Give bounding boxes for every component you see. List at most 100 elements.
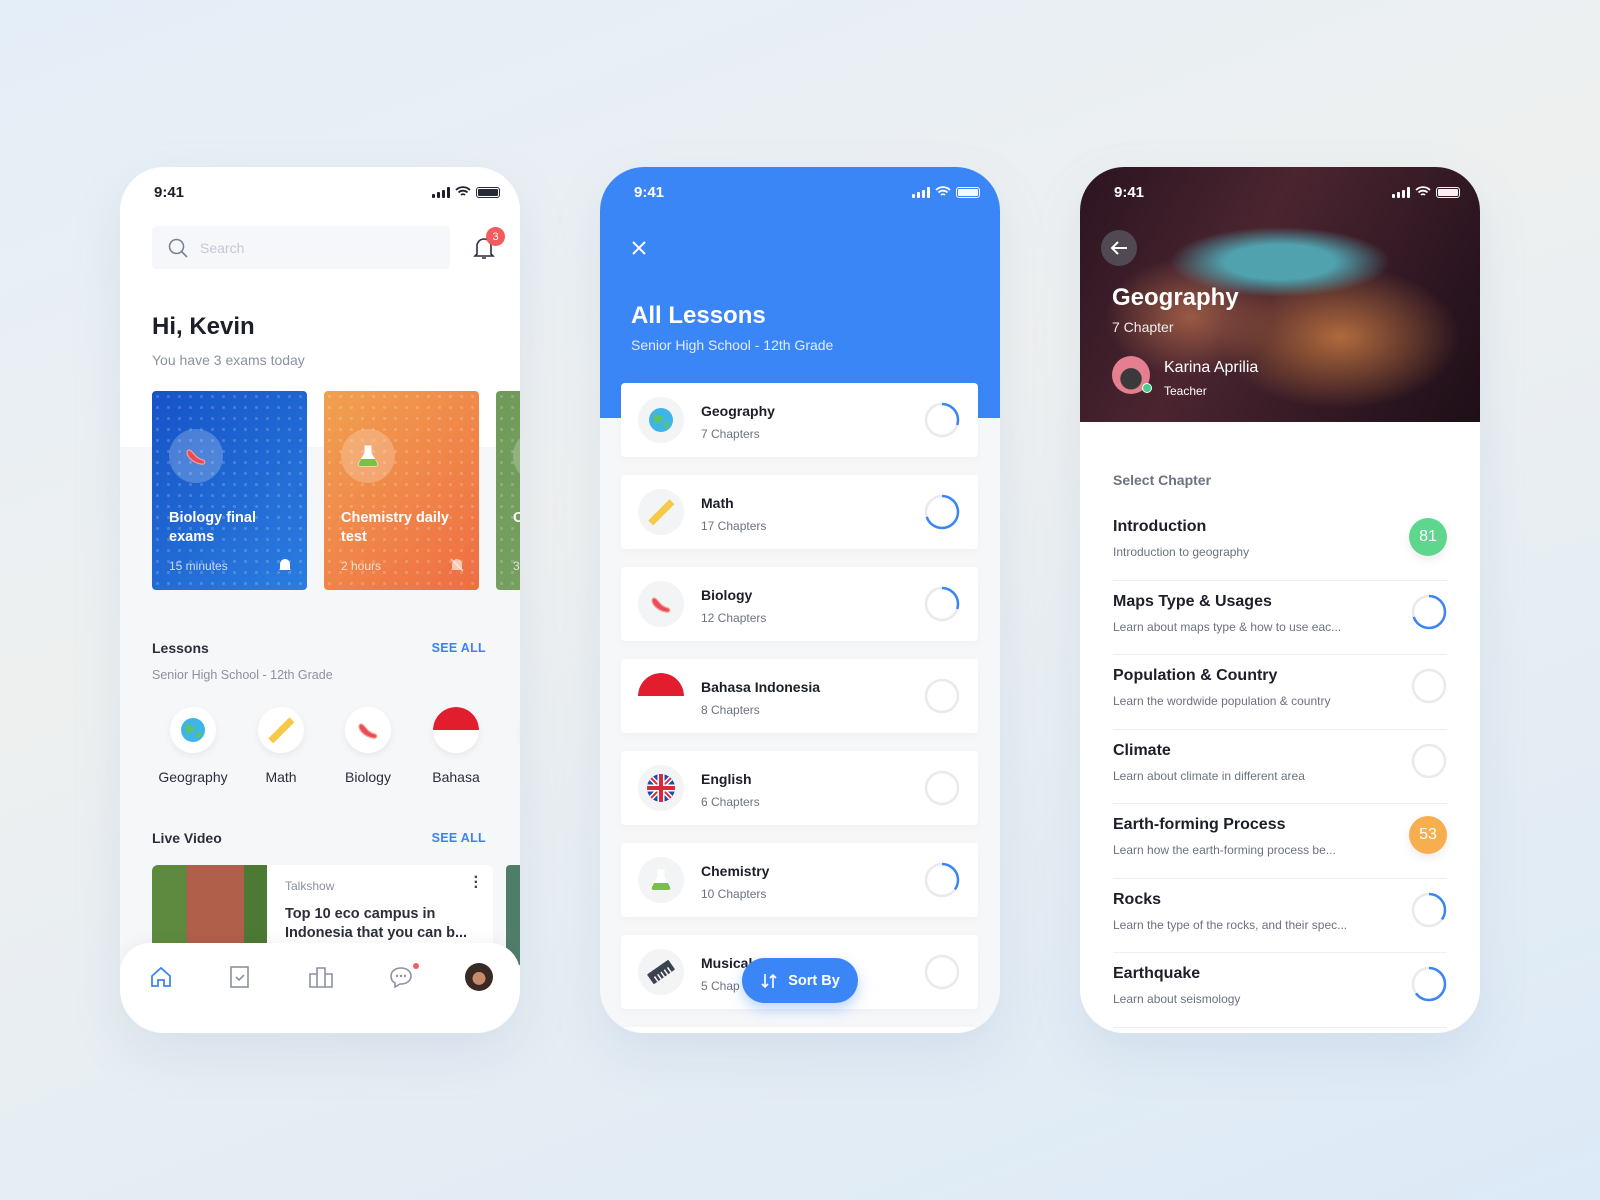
progress-ring	[924, 678, 960, 714]
lesson-label: C	[494, 769, 520, 785]
wifi-icon	[455, 186, 471, 196]
status-bar: 9:41	[1114, 181, 1460, 203]
video-category: Talkshow	[285, 879, 335, 893]
lesson-shortcut[interactable]: Bahasa	[406, 707, 506, 785]
lessons-header-bg	[600, 167, 1000, 418]
chat-icon[interactable]	[388, 965, 414, 989]
search-icon	[168, 238, 188, 258]
back-button[interactable]	[1101, 230, 1137, 266]
bell-off-icon[interactable]	[449, 557, 465, 573]
home-icon[interactable]	[149, 965, 173, 989]
greeting: Hi, Kevin	[152, 313, 255, 340]
indonesia-flag-icon	[433, 707, 479, 753]
chapter-row[interactable]: Climate Learn about climate in different …	[1113, 730, 1447, 804]
status-time: 9:41	[1114, 183, 1145, 201]
flask-icon	[638, 857, 684, 903]
lesson-card[interactable]	[621, 1027, 978, 1033]
chapter-title: Introduction	[1113, 518, 1207, 535]
exam-duration: 15 minutes	[169, 559, 228, 573]
sort-by-button[interactable]: Sort By	[742, 958, 858, 1003]
online-status-dot	[1142, 383, 1152, 393]
teacher-name: Karina Aprilia	[1164, 359, 1259, 376]
status-icons	[912, 186, 980, 198]
chapter-row[interactable]: Rocks Learn the type of the rocks, and th…	[1113, 879, 1447, 953]
teacher-role: Teacher	[1164, 384, 1207, 398]
chat-unread-dot	[413, 963, 419, 969]
bacteria-icon	[638, 581, 684, 627]
status-time: 9:41	[154, 183, 185, 201]
lesson-label: Bahasa	[432, 769, 480, 785]
lessons-see-all-link[interactable]: SEE ALL	[432, 641, 486, 655]
close-icon[interactable]	[631, 240, 647, 256]
lesson-name: English	[701, 771, 752, 787]
chapter-description: Learn the type of the rocks, and their s…	[1113, 917, 1348, 932]
lessons-subtitle: Senior High School - 12th Grade	[152, 668, 333, 682]
chapter-row[interactable]: Earth-forming Process Learn how the earth…	[1113, 804, 1447, 879]
lesson-shortcut[interactable]: C	[494, 707, 520, 785]
exam-card[interactable]: C t 3	[496, 391, 520, 590]
progress-ring	[924, 770, 960, 806]
live-video-heading: Live Video	[152, 830, 222, 846]
leaderboard-icon[interactable]	[308, 965, 334, 989]
progress-ring	[1411, 892, 1447, 927]
uk-flag-icon	[638, 765, 684, 811]
ruler-icon	[638, 489, 684, 535]
status-bar: 9:41	[634, 181, 980, 203]
globe-icon	[170, 707, 216, 753]
live-video-see-all-link[interactable]: SEE ALL	[432, 831, 486, 845]
status-time: 9:41	[634, 183, 665, 201]
lesson-chapters: 8 Chapters	[701, 703, 760, 717]
lesson-name: Math	[701, 495, 734, 511]
bell-ringing-icon[interactable]	[277, 557, 293, 573]
chapter-row[interactable]: Introduction Introduction to geography 81	[1113, 506, 1447, 581]
exam-card[interactable]: Biology final exams 15 minutes	[152, 391, 307, 590]
lesson-card[interactable]: English 6 Chapters	[621, 751, 978, 825]
search-input[interactable]	[200, 239, 420, 256]
all-lessons-screen: 9:41 All Lessons Senior High School - 12…	[600, 167, 1000, 1033]
exam-icon-circle	[169, 429, 223, 483]
lesson-chapters: 6 Chapters	[701, 795, 760, 809]
status-bar: 9:41	[154, 181, 500, 203]
exam-duration: 2 hours	[341, 559, 382, 573]
lesson-shortcut[interactable]: Math	[231, 707, 331, 785]
exam-card[interactable]: Chemistry daily test 2 hours	[324, 391, 479, 590]
status-icons	[1392, 186, 1460, 198]
lesson-card[interactable]: Chemistry 10 Chapters	[621, 843, 978, 917]
lesson-name: Biology	[701, 587, 753, 603]
progress-ring	[1411, 966, 1447, 1002]
exam-icon-circle	[513, 429, 520, 483]
chapter-title: Climate	[1113, 741, 1171, 759]
chapter-row[interactable]: Maps Type & Usages Learn about maps type …	[1113, 581, 1447, 655]
notification-button[interactable]: 3	[472, 227, 505, 266]
lesson-title: Geography	[1112, 284, 1239, 311]
profile-avatar[interactable]	[465, 963, 493, 991]
chapter-row[interactable]: Population & Country Learn the wordwide p…	[1113, 655, 1447, 730]
teacher-avatar	[1112, 356, 1152, 394]
lesson-shortcut[interactable]: Biology	[318, 707, 418, 785]
wifi-icon	[1415, 186, 1431, 196]
page-subtitle: Senior High School - 12th Grade	[631, 337, 834, 353]
signal-icon	[912, 186, 930, 198]
chapter-title: Maps Type & Usages	[1113, 592, 1272, 610]
lesson-chapters: 5 Chap	[701, 979, 740, 993]
lesson-card[interactable]: Biology 12 Chapters	[621, 567, 978, 641]
signal-icon	[432, 186, 450, 198]
lesson-card[interactable]: Math 17 Chapters	[621, 475, 978, 549]
chapter-description: Learn about maps type & how to use eac..…	[1113, 619, 1342, 634]
lesson-card[interactable]: Geography 7 Chapters	[621, 383, 978, 457]
chapter-row[interactable]: Earthquake Learn about seismology	[1113, 953, 1447, 1028]
search-input-box[interactable]	[152, 226, 450, 269]
sort-icon	[761, 973, 777, 988]
battery-icon	[476, 186, 500, 198]
clipboard-check-icon[interactable]	[229, 965, 251, 989]
lesson-card[interactable]: Bahasa Indonesia 8 Chapters	[621, 659, 978, 733]
indonesia-flag-icon	[638, 673, 684, 719]
more-options-icon[interactable]: · · ·	[474, 870, 479, 896]
lesson-shortcut[interactable]: Geography	[143, 707, 243, 785]
chapter-title: Rocks	[1113, 890, 1162, 908]
ruler-icon	[258, 707, 304, 753]
lesson-name: Chemistry	[701, 863, 770, 879]
lesson-chapters: 10 Chapters	[701, 887, 767, 901]
greeting-subtitle: You have 3 exams today	[152, 352, 305, 368]
bacteria-icon	[345, 707, 391, 753]
